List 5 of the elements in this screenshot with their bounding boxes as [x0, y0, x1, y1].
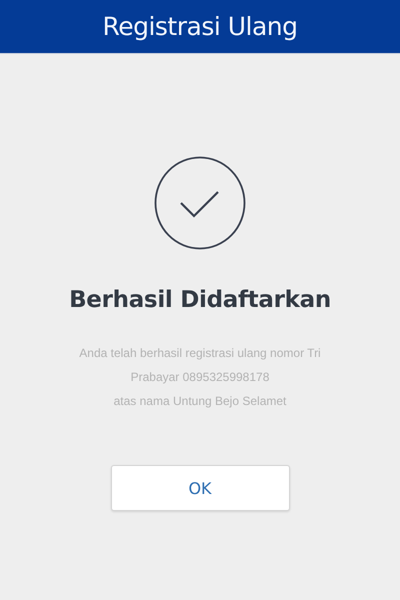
success-message: Anda telah berhasil registrasi ulang nomor Tri Prabayar 0895325998178 atas nama Untung Bejo Selamet: [79, 345, 321, 410]
checkmark-icon: [154, 156, 246, 250]
ok-button[interactable]: OK: [110, 465, 290, 511]
success-title: Berhasil Didaftarkan: [69, 287, 331, 313]
header-title: Registrasi Ulang: [102, 12, 298, 41]
